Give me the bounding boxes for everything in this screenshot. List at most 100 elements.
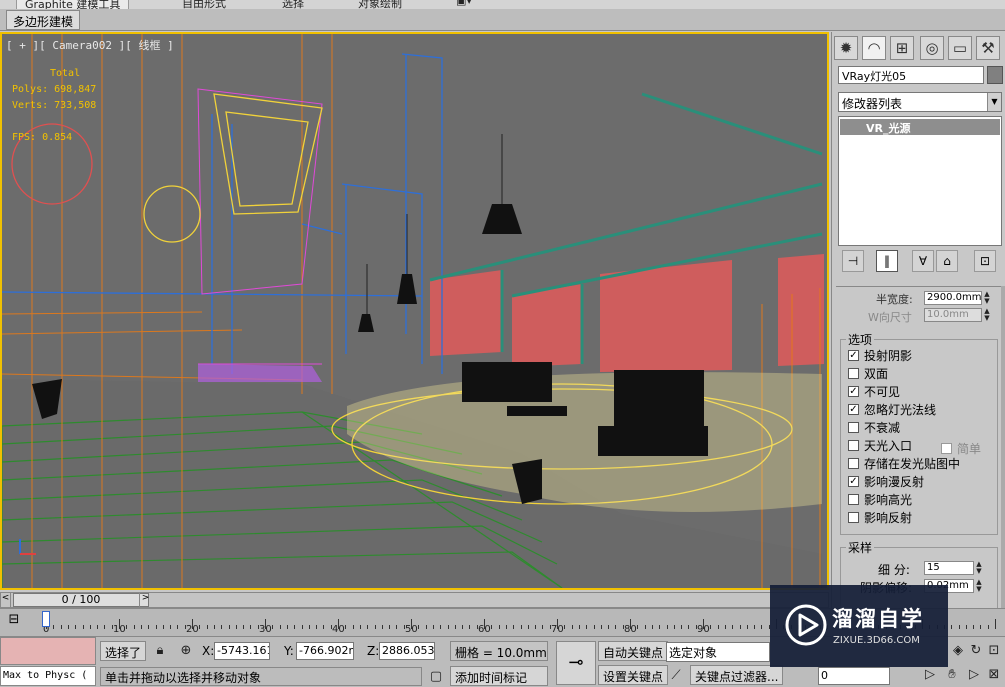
ribbon-tab-object-paint[interactable]: 对象绘制 — [358, 0, 402, 9]
frame-tick — [454, 625, 456, 629]
half-width-label: 半宽度: — [876, 293, 913, 306]
frame-tick-label: 90 — [697, 624, 710, 635]
option-checkbox[interactable] — [848, 440, 859, 451]
ribbon-panel: 多边形建模 — [0, 9, 1005, 31]
camera-viewport[interactable]: [ + ][ Camera002 ][ 线框 ] Total Polys: 69… — [0, 32, 829, 590]
frame-tick — [732, 625, 734, 629]
spinner-arrows-icon[interactable]: ▲ ▼ — [983, 291, 991, 305]
current-frame-field[interactable]: 0 — [818, 667, 890, 685]
object-name-field[interactable]: VRay灯光05 — [838, 66, 984, 84]
fov-icon[interactable]: ▷ — [966, 667, 982, 683]
make-unique-icon[interactable]: ∀ — [912, 250, 934, 272]
display-tab-icon[interactable]: ▭ — [948, 36, 972, 60]
auto-key-button[interactable]: 自动关键点 — [598, 641, 669, 661]
set-key-mode-icon[interactable]: ⊸ — [556, 641, 596, 685]
play-icon[interactable]: ▷ — [922, 667, 938, 683]
modifier-stack[interactable]: VR_光源 — [838, 116, 1002, 246]
frame-tick-label: 20 — [186, 624, 199, 635]
frame-tick-label: 10 — [113, 624, 126, 635]
frame-tick — [279, 625, 281, 629]
maxscript-mini-listener[interactable]: Max to Physc ( — [0, 666, 96, 686]
option-checkbox[interactable]: ✓ — [848, 404, 859, 415]
panel-scrollbar[interactable] — [1001, 286, 1005, 612]
frame-tick-label: 40 — [332, 624, 345, 635]
frame-tick — [973, 625, 975, 629]
walk-through-icon[interactable]: ⊠ — [986, 667, 1002, 683]
create-tab-icon[interactable]: ✹ — [834, 36, 858, 60]
pan-icon[interactable]: ✋︎ — [944, 667, 960, 683]
maxscript-listener[interactable] — [0, 637, 96, 665]
y-coord-field[interactable]: -766.902m — [296, 642, 354, 660]
modify-tab-icon[interactable]: ◠ — [862, 36, 886, 60]
absolute-mode-icon[interactable]: ⊕ — [178, 643, 194, 659]
spinner-arrows-icon[interactable]: ▲ ▼ — [975, 561, 983, 575]
frame-tick — [75, 625, 77, 629]
frame-tick — [286, 625, 288, 629]
option-checkbox[interactable]: ✓ — [848, 386, 859, 397]
set-key-button[interactable]: 设置关键点 — [598, 665, 669, 685]
hierarchy-tab-icon[interactable]: ⊞ — [890, 36, 914, 60]
spinner-arrows-icon[interactable]: ▲ ▼ — [975, 579, 983, 593]
subdivs-spinner[interactable]: 15 — [924, 561, 974, 575]
frame-tick — [958, 625, 960, 629]
remove-modifier-icon[interactable]: ⌂ — [936, 250, 958, 272]
frame-tick — [746, 625, 748, 629]
option-checkbox[interactable]: ✓ — [848, 476, 859, 487]
object-color-swatch[interactable] — [987, 66, 1003, 84]
curve-editor-icon[interactable]: ⊟ — [4, 612, 24, 632]
ribbon-tab-freeform[interactable]: 自由形式 — [182, 0, 226, 9]
x-coord-field[interactable]: -5743.161 — [214, 642, 270, 660]
frame-tick — [980, 625, 982, 629]
time-slider[interactable]: < 0 / 100 > — [0, 592, 829, 608]
lock-icon[interactable]: 🔒︎ — [152, 643, 168, 659]
configure-sets-icon[interactable]: ⊡ — [974, 250, 996, 272]
time-slider-thumb[interactable]: 0 / 100 — [13, 593, 149, 607]
show-end-result-icon[interactable]: ‖ — [876, 250, 898, 272]
current-frame-marker[interactable] — [42, 611, 50, 627]
frame-tick — [586, 625, 588, 629]
frame-tick — [425, 625, 427, 629]
option-checkbox[interactable]: ✓ — [848, 350, 859, 361]
zoom-extents-icon[interactable]: ◈ — [950, 643, 966, 659]
key-filters-button[interactable]: 关键点过滤器... — [690, 665, 784, 685]
ribbon-tab-graphite[interactable]: Graphite 建模工具 — [16, 0, 130, 9]
frame-tick — [345, 625, 347, 629]
key-selection-dropdown[interactable]: 选定对象 — [666, 642, 770, 662]
ribbon-subtab-poly-modeling[interactable]: 多边形建模 — [6, 10, 81, 30]
default-tangents-icon[interactable]: ⟋ — [668, 668, 684, 684]
frame-tick — [673, 625, 675, 629]
frame-tick — [564, 625, 566, 629]
motion-tab-icon[interactable]: ◎ — [920, 36, 944, 60]
utilities-tab-icon[interactable]: ⚒ — [976, 36, 1000, 60]
option-checkbox[interactable] — [848, 368, 859, 379]
add-time-tag-button[interactable]: 添加时间标记 — [450, 666, 548, 686]
frame-tick — [235, 625, 237, 629]
z-coord-field[interactable]: 2886.053m — [379, 642, 435, 660]
frame-tick — [469, 625, 471, 629]
option-label: 存储在发光贴图中 — [864, 457, 961, 471]
x-label: X: — [202, 644, 215, 658]
option-checkbox[interactable] — [848, 512, 859, 523]
option-checkbox[interactable] — [848, 494, 859, 505]
orbit-icon[interactable]: ↻ — [968, 643, 984, 659]
watermark-url: ZIXUE.3D66.COM — [833, 635, 920, 646]
frame-tick — [571, 625, 573, 629]
sampling-title: 采样 — [846, 539, 875, 556]
time-slider-next-icon[interactable]: > — [139, 593, 151, 607]
modifier-list-dropdown[interactable]: 修改器列表 ▼ — [838, 92, 1002, 112]
option-checkbox[interactable] — [848, 422, 859, 433]
ribbon-tab-selection[interactable]: 选择 — [282, 0, 304, 9]
maximize-toggle-icon[interactable]: ⊡ — [986, 643, 1002, 659]
frame-tick — [352, 625, 354, 629]
ribbon-dropdown-icon[interactable]: ▣▾ — [456, 0, 472, 7]
frame-tick — [155, 625, 157, 629]
isolate-icon[interactable]: ▢ — [428, 669, 444, 685]
option-checkbox[interactable] — [848, 458, 859, 469]
frame-tick — [739, 625, 741, 629]
time-slider-prev-icon[interactable]: < — [1, 593, 11, 607]
pin-stack-icon[interactable]: ⊣ — [842, 250, 864, 272]
viewport-label[interactable]: [ + ][ Camera002 ][ 线框 ] — [6, 37, 174, 53]
stack-item-vr-light[interactable]: VR_光源 — [840, 119, 1000, 135]
half-width-spinner[interactable]: 2900.0mm — [924, 291, 982, 305]
frame-tick — [447, 625, 449, 629]
